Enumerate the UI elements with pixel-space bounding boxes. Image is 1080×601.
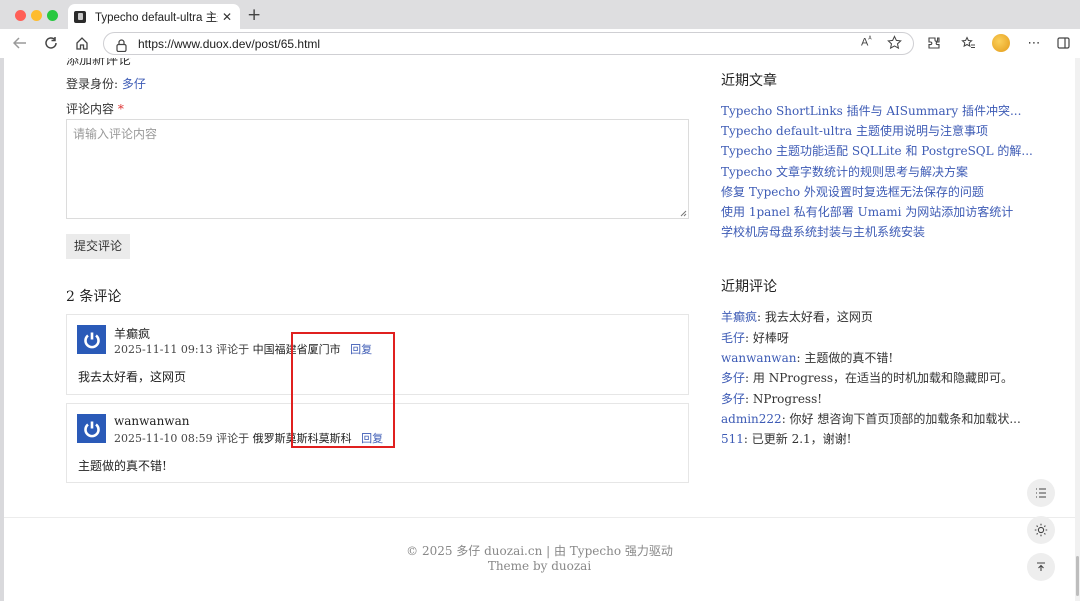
recent-posts-title: 近期文章 bbox=[721, 73, 777, 89]
recent-comment-author[interactable]: 多仔 bbox=[721, 371, 745, 385]
recent-comment-author[interactable]: admin222 bbox=[721, 412, 782, 426]
login-status: 登录身份: 多仔 bbox=[66, 75, 146, 92]
page-scrollbar[interactable] bbox=[1075, 58, 1080, 601]
url-text: https://www.duox.dev/post/65.html bbox=[138, 37, 321, 51]
power-icon bbox=[83, 332, 100, 348]
recent-comment-item: admin222: 你好 想咨询下首页顶部的加载条和加载状... bbox=[721, 410, 1021, 427]
content-label-text: 评论内容 bbox=[66, 102, 115, 116]
footer-theme-credit: Theme by duozai bbox=[487, 559, 592, 573]
tab-close-icon[interactable]: ✕ bbox=[222, 10, 232, 24]
recent-comment-item: wanwanwan: 主题做的真不错! bbox=[721, 349, 893, 366]
extensions-icon[interactable] bbox=[924, 33, 944, 53]
comment-from-label: 评论于 bbox=[216, 343, 250, 356]
favorites-list-icon[interactable] bbox=[958, 33, 978, 53]
recent-comment-text: : 你好 想咨询下首页顶部的加载条和加载状... bbox=[781, 412, 1021, 426]
favorite-star-icon[interactable] bbox=[887, 35, 902, 54]
browser-tab-active[interactable]: Typecho default-ultra 主题使用说明与注意事项 ✕ bbox=[68, 4, 240, 29]
site-favicon-icon bbox=[74, 10, 86, 23]
recent-comment-text: : 用 NProgress，在适当的时机加载和隐藏即可。 bbox=[745, 371, 1014, 385]
login-user-link[interactable]: 多仔 bbox=[122, 77, 146, 91]
footer-copyright: © 2025 多仔 duozai.cn | 由 Typecho 强力驱动 bbox=[406, 544, 673, 558]
recent-comment-item: 511: 已更新 2.1，谢谢! bbox=[721, 430, 852, 447]
footer-divider bbox=[4, 517, 1075, 518]
annotation-highlight-box bbox=[291, 332, 395, 448]
commenter-avatar bbox=[77, 414, 106, 443]
comment-body: 主题做的真不错! bbox=[78, 459, 167, 473]
recent-comment-author[interactable]: 多仔 bbox=[721, 392, 745, 406]
tab-title: Typecho default-ultra 主题使用说明与注意事项 bbox=[95, 11, 218, 24]
required-mark: * bbox=[117, 102, 124, 116]
submit-comment-button[interactable]: 提交评论 bbox=[66, 234, 131, 259]
new-tab-button[interactable]: + bbox=[247, 5, 261, 25]
power-icon bbox=[83, 421, 100, 437]
recent-comment-item: 多仔: 用 NProgress，在适当的时机加载和隐藏即可。 bbox=[721, 369, 1013, 386]
more-options-icon[interactable]: ⋯ bbox=[1024, 33, 1044, 53]
reload-icon[interactable] bbox=[41, 33, 61, 53]
maximize-window-button[interactable] bbox=[47, 10, 58, 21]
comments-count-title: 2 条评论 bbox=[66, 289, 122, 305]
recent-comment-text: : 好棒呀 bbox=[745, 331, 789, 345]
recent-comment-item: 多仔: NProgress! bbox=[721, 390, 822, 407]
read-aloud-icon[interactable]: Aᴬ bbox=[861, 36, 872, 49]
recent-post-link[interactable]: 使用 1panel 私有化部署 Umami 为网站添加访客统计 bbox=[721, 203, 1013, 220]
recent-post-link[interactable]: Typecho ShortLinks 插件与 AISummary 插件冲突... bbox=[721, 102, 1021, 119]
close-window-button[interactable] bbox=[15, 10, 26, 21]
comment-placeholder: 请输入评论内容 bbox=[73, 127, 158, 141]
recent-comment-text: : 主题做的真不错! bbox=[796, 351, 894, 365]
recent-post-link[interactable]: Typecho default-ultra 主题使用说明与注意事项 bbox=[721, 122, 988, 139]
comment-textarea[interactable]: 请输入评论内容 bbox=[66, 119, 689, 219]
recent-comment-text: : NProgress! bbox=[745, 392, 823, 406]
recent-comments-title: 近期评论 bbox=[721, 279, 777, 295]
theme-toggle-button[interactable] bbox=[1027, 516, 1055, 544]
address-bar[interactable]: https://www.duox.dev/post/65.html Aᴬ bbox=[103, 32, 914, 55]
recent-comment-item: 羊癫疯: 我去太好看，这网页 bbox=[721, 308, 873, 325]
comment-date: 2025-11-10 08:59 bbox=[114, 432, 213, 445]
recent-comment-text: : 我去太好看，这网页 bbox=[757, 310, 873, 324]
toc-button[interactable] bbox=[1027, 479, 1055, 507]
recent-comment-item: 毛仔: 好棒呀 bbox=[721, 329, 789, 346]
recent-comment-author[interactable]: wanwanwan bbox=[721, 351, 796, 365]
comment-body: 我去太好看，这网页 bbox=[78, 370, 187, 384]
list-icon bbox=[1036, 488, 1046, 498]
sun-icon bbox=[1034, 523, 1048, 537]
sidebar-toggle-icon[interactable] bbox=[1053, 33, 1073, 53]
comment-from-label: 评论于 bbox=[216, 432, 250, 445]
recent-post-link[interactable]: Typecho 文章字数统计的规则思考与解决方案 bbox=[721, 163, 968, 180]
home-icon[interactable] bbox=[72, 33, 92, 53]
arrow-up-icon bbox=[1037, 562, 1045, 571]
login-label: 登录身份: bbox=[66, 77, 122, 91]
recent-post-link[interactable]: Typecho 主题功能适配 SQLLite 和 PostgreSQL 的解..… bbox=[721, 142, 1033, 159]
back-to-top-button[interactable] bbox=[1027, 553, 1055, 581]
resize-handle-icon[interactable] bbox=[679, 209, 687, 217]
commenter-avatar bbox=[77, 325, 106, 354]
comment-author: wanwanwan bbox=[114, 414, 190, 428]
recent-comment-text: : 已更新 2.1，谢谢! bbox=[743, 432, 852, 446]
recent-post-link[interactable]: 修复 Typecho 外观设置时复选框无法保存的问题 bbox=[721, 183, 984, 200]
comment-author: 羊癫疯 bbox=[114, 327, 151, 341]
comment-content-label: 评论内容 * bbox=[66, 100, 124, 117]
scrollbar-thumb[interactable] bbox=[1076, 556, 1079, 596]
recent-comment-author[interactable]: 羊癫疯 bbox=[721, 310, 757, 324]
recent-post-link[interactable]: 学校机房母盘系统封装与主机系统安装 bbox=[721, 223, 925, 240]
web-page: 添加新评论 登录身份: 多仔 评论内容 * 请输入评论内容 提交评论 2 条评论… bbox=[4, 58, 1075, 601]
comment-form-heading: 添加新评论 bbox=[66, 58, 132, 68]
browser-tab-bar: Typecho default-ultra 主题使用说明与注意事项 ✕ + bbox=[0, 0, 1080, 29]
minimize-window-button[interactable] bbox=[31, 10, 42, 21]
profile-avatar[interactable] bbox=[991, 33, 1011, 53]
recent-comment-author[interactable]: 511 bbox=[721, 432, 744, 446]
lock-icon bbox=[116, 37, 127, 56]
back-arrow-icon[interactable] bbox=[10, 33, 30, 53]
recent-comment-author[interactable]: 毛仔 bbox=[721, 331, 745, 345]
comment-date: 2025-11-11 09:13 bbox=[114, 343, 213, 356]
browser-toolbar: https://www.duox.dev/post/65.html Aᴬ ⋯ bbox=[0, 29, 1080, 58]
